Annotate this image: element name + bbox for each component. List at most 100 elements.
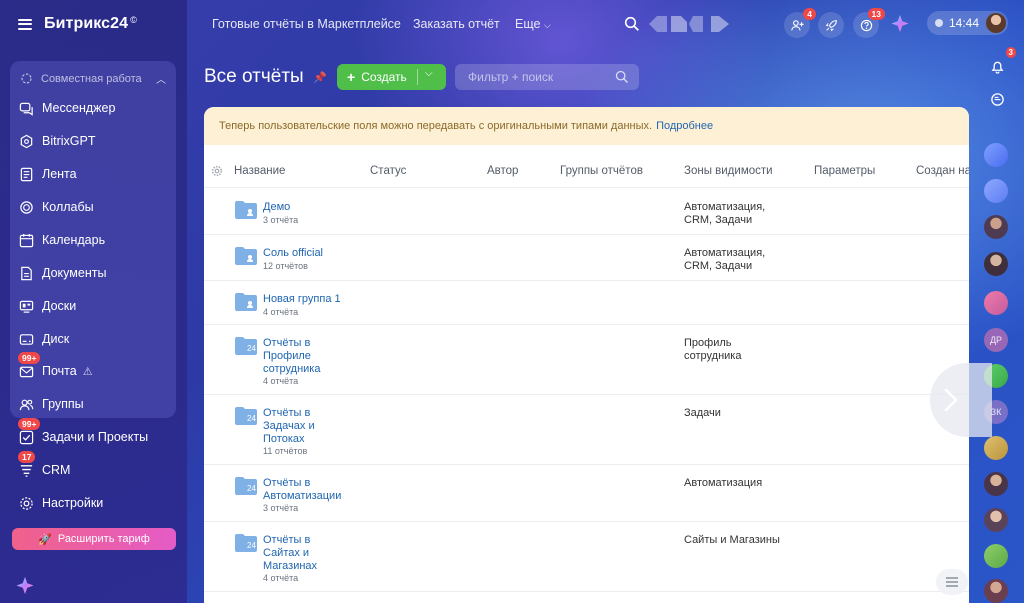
row-name-line[interactable]: Профиле (263, 350, 311, 363)
page-title: Все отчёты (204, 66, 304, 87)
row-name-line[interactable]: Отчёты в (263, 337, 310, 350)
sidebar-item-calendar[interactable]: Календарь (18, 229, 105, 251)
sidebar-item-mail[interactable]: 99+ Почта ⚠ (18, 352, 93, 382)
column-status[interactable]: Статус (370, 165, 406, 177)
table-row[interactable]: 24 Отчёты в Сайтах и Магазинах 4 отчёта … (204, 522, 969, 592)
upgrade-plan-button[interactable]: 🚀 Расширить тариф (12, 528, 176, 550)
sidebar-item-bitrixgpt[interactable]: BitrixGPT (18, 130, 95, 152)
table-row[interactable]: Демо 3 отчёта Автоматизация, CRM, Задачи (204, 189, 969, 235)
rail-user-avatar[interactable] (984, 508, 1008, 532)
column-created-on[interactable]: Создан на (916, 165, 969, 177)
row-name-line[interactable]: Соль official (263, 247, 323, 260)
chat-icon (18, 100, 34, 116)
create-dropdown-chevron-icon[interactable]: ⌵ (425, 68, 433, 79)
sidebar-item-messenger[interactable]: Мессенджер (18, 97, 115, 119)
gpt-icon (18, 133, 34, 149)
sidebar-item-groups[interactable]: Группы (18, 393, 84, 415)
order-report-link[interactable]: Заказать отчёт (413, 17, 500, 31)
row-name-line[interactable]: Отчёты в (263, 407, 310, 420)
rail-calendar-avatar[interactable] (984, 436, 1008, 460)
column-parameters[interactable]: Параметры (814, 165, 875, 177)
row-report-count: 4 отчёта (263, 307, 299, 317)
row-name-line[interactable]: Сайтах и (263, 547, 309, 560)
warning-icon[interactable]: ⚠ (83, 365, 93, 378)
sidebar-item-label: Лента (42, 167, 77, 181)
sidebar-item-disk[interactable]: Диск (18, 328, 69, 350)
table-row[interactable]: 24 Отчёты в Профиле сотрудника 4 отчёта … (204, 325, 969, 395)
table-row[interactable]: Новая группа 1 4 отчёта (204, 281, 969, 325)
sidebar-item-feed[interactable]: Лента (18, 163, 77, 185)
user-avatar[interactable] (986, 13, 1006, 33)
table-row[interactable]: 24 Отчёты в Автоматизации 3 отчёта Автом… (204, 465, 969, 522)
more-menu[interactable]: Еще ⌵ (515, 17, 551, 31)
rail-group-avatar[interactable] (984, 179, 1008, 203)
rail-calendar-avatar[interactable] (984, 291, 1008, 315)
collab-icon (18, 199, 34, 215)
notifications-button[interactable]: 3 (984, 47, 1016, 79)
chevron-up-icon[interactable]: ︿ (156, 71, 166, 86)
list-icon (946, 577, 958, 587)
sidebar-item-tasks[interactable]: 99+ Задачи и Проекты (18, 418, 148, 448)
row-name-line[interactable]: сотрудника (263, 363, 320, 376)
time-status-pill[interactable]: 14:44 (927, 11, 1008, 35)
rail-user-avatar[interactable] (984, 252, 1008, 276)
chevron-right-icon (944, 388, 958, 412)
upgrade-label: Расширить тариф (57, 533, 150, 545)
row-zone-line: Профиль (684, 337, 732, 349)
notice-more-link[interactable]: Подробнее (656, 120, 713, 132)
group-header[interactable]: Совместная работа ︿ (20, 71, 166, 86)
column-author[interactable]: Автор (487, 165, 518, 177)
row-name-line[interactable]: Автоматизации (263, 490, 341, 503)
rocket-button[interactable] (818, 12, 844, 38)
notifications-badge: 3 (1005, 47, 1016, 58)
status-dot (935, 19, 943, 27)
row-name-line[interactable]: Потоках (263, 433, 305, 446)
row-name-line[interactable]: Демо (263, 201, 290, 214)
menu-icon[interactable] (18, 18, 32, 30)
logo[interactable]: Битрикс24 (44, 15, 128, 33)
rail-user-avatar[interactable] (984, 472, 1008, 496)
table-row[interactable]: 24 Отчёты в Задачах и Потоках 11 отчётов… (204, 395, 969, 465)
column-name[interactable]: Название (234, 165, 285, 177)
copilot-star-icon[interactable] (15, 576, 35, 596)
row-name-line[interactable]: Отчёты в (263, 534, 310, 547)
row-name-line[interactable]: Магазинах (263, 560, 317, 573)
row-name-line[interactable]: Новая группа 1 (263, 293, 341, 306)
row-report-count: 3 отчёта (263, 215, 299, 225)
column-report-groups[interactable]: Группы отчётов (560, 165, 643, 177)
logo-mark: © (130, 15, 137, 25)
invite-button[interactable]: 4 (784, 8, 816, 38)
sidebar-item-boards[interactable]: Доски (18, 295, 76, 317)
sidebar-item-settings[interactable]: Настройки (18, 492, 103, 514)
sidebar-item-label: Настройки (42, 496, 104, 510)
search-icon[interactable] (624, 16, 640, 32)
rail-initials-avatar[interactable]: ДР (984, 328, 1008, 352)
marketplace-reports-link[interactable]: Готовые отчёты в Маркетплейсе (212, 17, 401, 31)
pin-icon[interactable]: 📌 (313, 71, 327, 84)
filter-placeholder: Фильтр + поиск (468, 70, 554, 84)
rail-user-avatar[interactable] (984, 215, 1008, 239)
sidebar-item-crm[interactable]: 17 CRM (18, 451, 70, 481)
rail-calendar-avatar[interactable] (984, 544, 1008, 568)
column-visibility-zones[interactable]: Зоны видимости (684, 165, 773, 177)
rail-user-avatar[interactable] (984, 579, 1008, 603)
table-row[interactable]: Соль official 12 отчётов Автоматизация, … (204, 235, 969, 281)
search-icon[interactable] (615, 70, 629, 84)
column-settings-gear-icon[interactable] (211, 165, 223, 177)
list-view-button[interactable] (936, 569, 968, 595)
filter-search-input[interactable]: Фильтр + поиск (455, 64, 639, 90)
rail-chat-avatar[interactable] (984, 143, 1008, 167)
sidebar-item-label: BitrixGPT (42, 134, 96, 148)
copilot-star-icon[interactable] (890, 14, 910, 34)
row-name-line[interactable]: Задачах и (263, 420, 315, 433)
help-button[interactable]: 13 (853, 8, 885, 38)
sidebar-item-documents[interactable]: Документы (18, 262, 106, 284)
chat-rail-button[interactable] (984, 86, 1010, 112)
sidebar-item-collabs[interactable]: Коллабы (18, 196, 94, 218)
rocket-icon (825, 19, 837, 31)
collab-group-icon (21, 73, 32, 84)
right-rail: 3 ДР ЗК (976, 46, 1024, 603)
folder-system-icon: 24 (235, 407, 257, 425)
create-button[interactable]: + Создать ⌵ (337, 64, 446, 90)
row-name-line[interactable]: Отчёты в (263, 477, 310, 490)
